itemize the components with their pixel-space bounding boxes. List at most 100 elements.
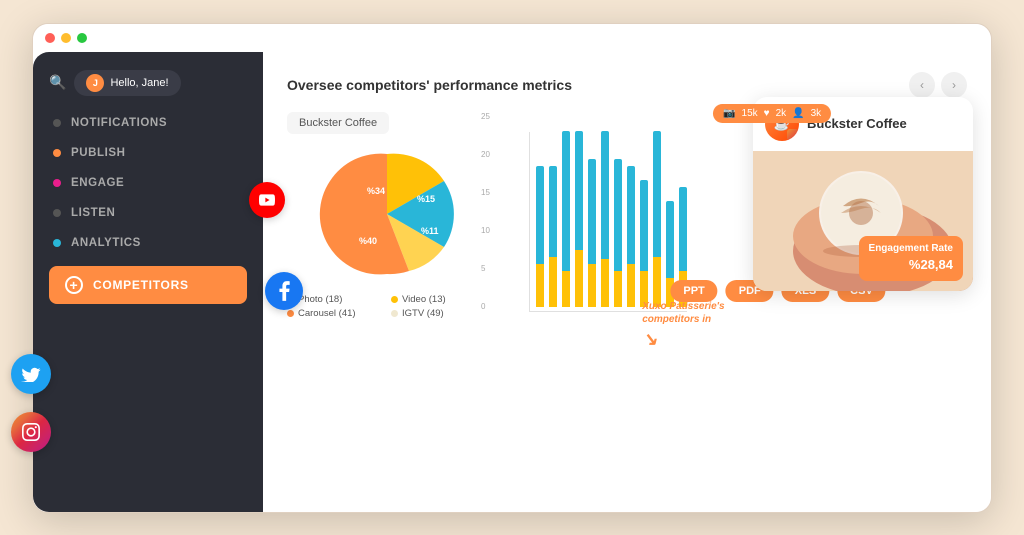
bar-top — [562, 131, 570, 272]
sidebar-item-competitors[interactable]: + COMPETITORS — [49, 266, 247, 304]
bar-bottom — [601, 259, 609, 306]
pie-legend: Photo (18) Video (13) Carousel (41) IGTV… — [287, 294, 487, 319]
bar-bottom — [627, 264, 635, 306]
tooltip-likes: 15k — [742, 108, 758, 119]
bar-group — [562, 131, 570, 307]
tooltip-camera-icon: 📷 — [723, 108, 735, 119]
bar-top — [575, 131, 583, 251]
bar-group — [601, 131, 609, 307]
bar-bottom — [653, 257, 661, 306]
sidebar-item-notifications[interactable]: NOTIFICATIONS — [33, 108, 263, 138]
legend-igtv-label: IGTV (49) — [402, 308, 444, 319]
legend-video-label: Video (13) — [402, 294, 446, 305]
user-pill[interactable]: J Hello, Jane! — [74, 70, 180, 96]
engagement-value: %28,84 — [869, 256, 953, 274]
pie-label: Buckster Coffee — [287, 112, 389, 134]
legend-photo-label: Photo (18) — [298, 294, 342, 305]
bar-group — [614, 131, 622, 307]
page-title: Oversee competitors' performance metrics — [287, 77, 572, 93]
tooltip-hearts: 2k — [776, 108, 787, 119]
bar-top — [640, 180, 648, 272]
bar-top — [588, 159, 596, 265]
bar-tooltip: 📷 15k ♥ 2k 👤 3k — [713, 104, 831, 123]
bar-bottom — [614, 271, 622, 306]
nav-label-analytics: ANALYTICS — [71, 237, 141, 249]
pie-chart: %15 %11 %40 %34 — [317, 144, 457, 284]
sidebar: 🔍 J Hello, Jane! NOTIFICATIONS PUBLISH E… — [33, 52, 263, 512]
maximize-dot[interactable] — [77, 33, 87, 43]
sidebar-item-analytics[interactable]: ANALYTICS — [33, 228, 263, 258]
nav-dot-publish — [53, 149, 61, 157]
youtube-icon[interactable] — [249, 182, 285, 218]
legend-video: Video (13) — [391, 294, 487, 305]
search-icon[interactable]: 🔍 — [49, 74, 66, 91]
bar-bottom — [588, 264, 596, 306]
bar-bottom — [575, 250, 583, 306]
instagram-icon[interactable] — [11, 412, 51, 452]
sidebar-item-publish[interactable]: PUBLISH — [33, 138, 263, 168]
nav-label-notifications: NOTIFICATIONS — [71, 117, 167, 129]
next-arrow[interactable]: › — [941, 72, 967, 98]
social-icons-group — [11, 354, 51, 452]
bar-top — [536, 166, 544, 265]
legend-igtv: IGTV (49) — [391, 308, 487, 319]
app-window: 🔍 J Hello, Jane! NOTIFICATIONS PUBLISH E… — [32, 23, 992, 513]
nav-label-listen: LISTEN — [71, 207, 115, 219]
bar-group — [653, 131, 661, 307]
tooltip-user-icon: 👤 — [792, 108, 804, 119]
plus-icon: + — [65, 276, 83, 294]
tooltip-users: 3k — [811, 108, 822, 119]
bar-group — [575, 131, 583, 307]
svg-text:%11: %11 — [421, 226, 439, 236]
sidebar-item-engage[interactable]: ENGAGE — [33, 168, 263, 198]
avatar: J — [86, 74, 104, 92]
bar-bottom — [562, 271, 570, 306]
bar-top — [666, 201, 674, 278]
nav-dot-listen — [53, 209, 61, 217]
title-bar — [33, 24, 991, 52]
pie-section: Buckster Coffee %15 %11 — [287, 112, 487, 319]
bar-group — [588, 131, 596, 307]
annotation-text: Xuxo Patisserie'scompetitors in ↘ — [642, 300, 724, 351]
svg-text:%34: %34 — [367, 186, 385, 196]
nav-dot-analytics — [53, 239, 61, 247]
nav-label-engage: ENGAGE — [71, 177, 124, 189]
bar-group — [536, 131, 544, 307]
main-header: Oversee competitors' performance metrics… — [287, 72, 967, 98]
bar-top — [601, 131, 609, 260]
nav-dot-engage — [53, 179, 61, 187]
bar-top — [679, 187, 687, 271]
bar-group — [640, 131, 648, 307]
svg-text:%40: %40 — [359, 236, 377, 246]
minimize-dot[interactable] — [61, 33, 71, 43]
bars-container — [529, 132, 687, 312]
tooltip-heart-icon: ♥ — [764, 108, 770, 119]
facebook-icon[interactable] — [265, 272, 303, 310]
svg-text:%15: %15 — [417, 194, 435, 204]
bar-top — [549, 166, 557, 258]
twitter-icon[interactable] — [11, 354, 51, 394]
bar-group — [549, 131, 557, 307]
bar-bottom — [549, 257, 557, 306]
competitors-label: COMPETITORS — [93, 278, 189, 292]
close-dot[interactable] — [45, 33, 55, 43]
y-axis: 2520151050 — [481, 112, 490, 312]
nav-dot-notifications — [53, 119, 61, 127]
sidebar-item-listen[interactable]: LISTEN — [33, 198, 263, 228]
legend-carousel-label: Carousel (41) — [298, 308, 356, 319]
sidebar-top: 🔍 J Hello, Jane! — [33, 62, 263, 108]
main-content: Oversee competitors' performance metrics… — [263, 52, 991, 512]
prev-arrow[interactable]: ‹ — [909, 72, 935, 98]
bar-group — [627, 131, 635, 307]
bar-top — [653, 131, 661, 258]
nav-label-publish: PUBLISH — [71, 147, 126, 159]
engagement-badge: Engagement Rate %28,84 — [859, 236, 963, 280]
greeting-text: Hello, Jane! — [110, 77, 168, 89]
brand-card: ☕ Buckster Coffee — [753, 97, 973, 291]
instagram-badge — [787, 129, 799, 141]
engagement-label: Engagement Rate — [869, 242, 953, 256]
bar-top — [614, 159, 622, 272]
bar-top — [627, 166, 635, 265]
nav-arrows: ‹ › — [909, 72, 967, 98]
export-ppt[interactable]: PPT — [670, 280, 717, 302]
